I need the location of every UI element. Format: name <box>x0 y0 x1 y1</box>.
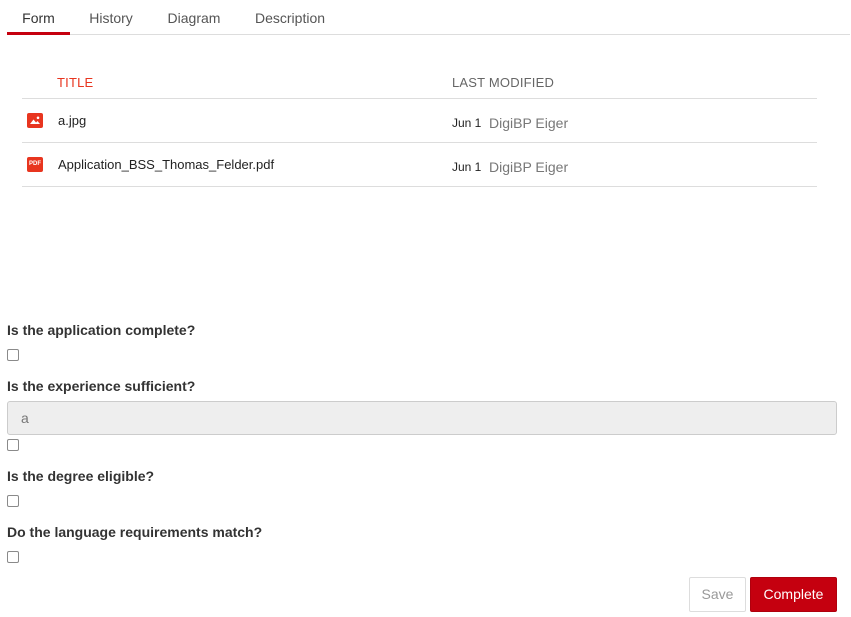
save-button[interactable]: Save <box>689 577 746 612</box>
documents-table: TITLE LAST MODIFIED a.jpg Jun 1 DigiBP E… <box>22 64 817 187</box>
documents-table-header: TITLE LAST MODIFIED <box>22 64 817 99</box>
question-experience-sufficient-label: Is the experience sufficient? <box>7 378 196 394</box>
question-degree-eligible-label: Is the degree eligible? <box>7 468 155 484</box>
tab-diagram[interactable]: Diagram <box>157 0 231 35</box>
question-language-requirements-label: Do the language requirements match? <box>7 524 263 540</box>
document-title[interactable]: a.jpg <box>58 113 86 128</box>
column-header-title[interactable]: TITLE <box>57 75 93 90</box>
table-row[interactable]: PDF Application_BSS_Thomas_Felder.pdf Ju… <box>22 143 817 187</box>
pdf-icon-label: PDF <box>29 161 41 167</box>
degree-eligible-checkbox[interactable] <box>7 495 19 507</box>
document-user: DigiBP Eiger <box>489 115 569 131</box>
application-complete-checkbox[interactable] <box>7 349 19 361</box>
tab-form[interactable]: Form <box>7 0 70 35</box>
question-application-complete-label: Is the application complete? <box>7 322 196 338</box>
tab-description[interactable]: Description <box>245 0 335 35</box>
document-date: Jun 1 <box>452 160 482 174</box>
experience-text-field[interactable]: a <box>7 401 837 435</box>
image-file-icon <box>27 113 43 128</box>
column-header-last-modified[interactable]: LAST MODIFIED <box>452 75 554 90</box>
complete-button[interactable]: Complete <box>750 577 837 612</box>
document-title[interactable]: Application_BSS_Thomas_Felder.pdf <box>58 157 274 172</box>
document-date: Jun 1 <box>452 116 482 130</box>
document-user: DigiBP Eiger <box>489 159 569 175</box>
table-row[interactable]: a.jpg Jun 1 DigiBP Eiger <box>22 99 817 143</box>
tab-bar: Form History Diagram Description <box>7 0 850 35</box>
pdf-file-icon: PDF <box>27 157 43 172</box>
language-requirements-checkbox[interactable] <box>7 551 19 563</box>
experience-sufficient-checkbox[interactable] <box>7 439 19 451</box>
tab-history[interactable]: History <box>79 0 143 35</box>
